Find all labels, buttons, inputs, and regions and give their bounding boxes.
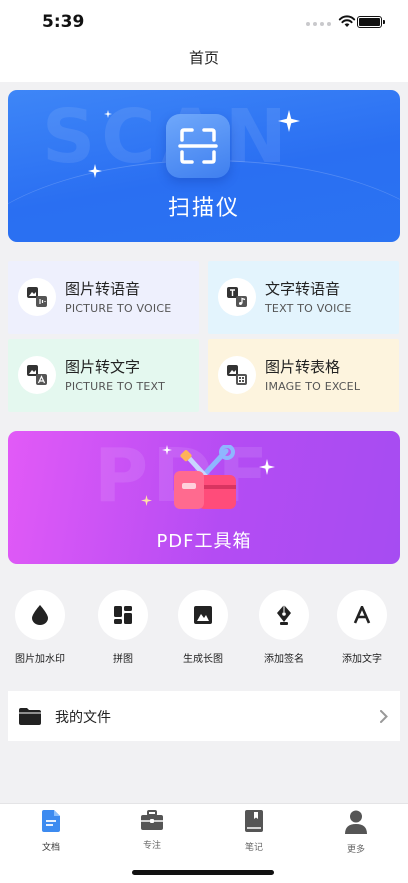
scanner-label: 扫描仪 bbox=[167, 196, 240, 221]
sparkle-icon bbox=[104, 110, 112, 118]
tool-collage[interactable]: 拼图 bbox=[83, 590, 163, 665]
tab-label: 更多 bbox=[346, 845, 365, 855]
wifi-icon bbox=[338, 15, 356, 27]
notebook-icon bbox=[245, 810, 263, 832]
sparkle-icon bbox=[141, 495, 152, 506]
folder-icon bbox=[19, 708, 41, 725]
scan-frame-icon bbox=[166, 114, 230, 178]
tool-label: 添加文字 bbox=[342, 654, 382, 665]
image-to-audio-icon bbox=[18, 278, 56, 316]
toolbox-icon bbox=[174, 445, 236, 509]
battery-icon bbox=[357, 16, 385, 28]
tile-subtitle: TEXT TO VOICE bbox=[265, 302, 352, 315]
my-files-label: 我的文件 bbox=[55, 710, 111, 726]
tab-focus[interactable]: 专注 bbox=[122, 810, 182, 851]
tile-picture-to-text[interactable]: 图片转文字 PICTURE TO TEXT bbox=[8, 339, 199, 412]
home-indicator bbox=[132, 870, 274, 875]
signal-icon bbox=[306, 22, 331, 26]
tool-label: 拼图 bbox=[113, 654, 133, 665]
tab-documents[interactable]: 文档 bbox=[21, 810, 81, 853]
sparkle-icon bbox=[88, 164, 102, 178]
tile-title: 图片转文字 bbox=[65, 358, 141, 376]
long-image-icon bbox=[194, 606, 212, 624]
tab-notes[interactable]: 笔记 bbox=[224, 810, 284, 853]
tool-label: 添加签名 bbox=[264, 654, 304, 665]
chevron-right-icon bbox=[380, 710, 388, 723]
image-to-text-icon bbox=[18, 356, 56, 394]
navigation-bar: 首页 bbox=[0, 46, 408, 82]
my-files-row[interactable]: 我的文件 bbox=[8, 691, 400, 741]
tile-image-to-excel[interactable]: 图片转表格 IMAGE TO EXCEL bbox=[208, 339, 399, 412]
tool-watermark[interactable]: 图片加水印 bbox=[0, 590, 80, 665]
tile-subtitle: IMAGE TO EXCEL bbox=[265, 380, 361, 393]
image-to-table-icon bbox=[218, 356, 256, 394]
status-time: 5:39 bbox=[42, 12, 85, 32]
tab-label: 笔记 bbox=[244, 843, 263, 853]
tile-subtitle: PICTURE TO TEXT bbox=[65, 380, 166, 393]
tile-title: 图片转表格 bbox=[265, 358, 341, 376]
tile-text-to-voice[interactable]: 文字转语音 TEXT TO VOICE bbox=[208, 261, 399, 334]
sparkle-icon bbox=[278, 110, 300, 132]
tile-title: 文字转语音 bbox=[265, 280, 341, 298]
tool-label: 生成长图 bbox=[183, 654, 223, 665]
tool-add-text[interactable]: 添加文字 bbox=[322, 590, 402, 665]
status-bar: 5:39 bbox=[0, 0, 408, 46]
tab-more[interactable]: 更多 bbox=[326, 810, 386, 855]
briefcase-icon bbox=[141, 810, 163, 830]
pdf-toolbox-card[interactable]: PDF PDF工具箱 bbox=[8, 431, 400, 564]
tool-signature[interactable]: 添加签名 bbox=[244, 590, 324, 665]
tab-label: 专注 bbox=[142, 841, 161, 851]
tab-label: 文档 bbox=[41, 843, 60, 853]
pen-nib-icon bbox=[277, 605, 291, 625]
page-title: 首页 bbox=[188, 49, 219, 67]
water-drop-icon bbox=[32, 605, 48, 625]
sparkle-icon bbox=[259, 459, 275, 475]
pdf-toolbox-label: PDF工具箱 bbox=[156, 531, 252, 552]
tile-picture-to-voice[interactable]: 图片转语音 PICTURE TO VOICE bbox=[8, 261, 199, 334]
tool-label: 图片加水印 bbox=[15, 654, 65, 665]
tile-subtitle: PICTURE TO VOICE bbox=[65, 302, 172, 315]
document-icon bbox=[42, 810, 60, 832]
tool-long-image[interactable]: 生成长图 bbox=[163, 590, 243, 665]
collage-icon bbox=[114, 606, 132, 624]
text-to-audio-icon bbox=[218, 278, 256, 316]
letter-a-icon bbox=[353, 606, 371, 624]
tile-title: 图片转语音 bbox=[65, 280, 141, 298]
person-icon bbox=[345, 810, 367, 834]
scanner-card[interactable]: SCAN 扫描仪 bbox=[8, 90, 400, 242]
